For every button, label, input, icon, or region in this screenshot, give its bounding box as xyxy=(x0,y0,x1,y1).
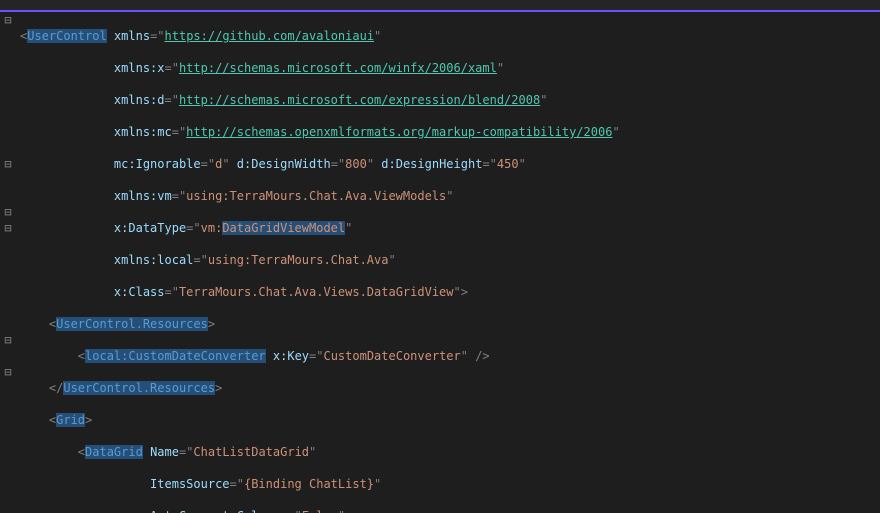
code-line: <Grid> xyxy=(20,412,876,428)
code-line: x:DataType="vm:DataGridViewModel" xyxy=(20,220,876,236)
tab-bar[interactable] xyxy=(0,0,880,12)
code-line: xmlns:vm="using:TerraMours.Chat.Ava.View… xyxy=(20,188,876,204)
fold-gutter: ⊟ ⊟ ⊟ ⊟ ⊟ ⊟ xyxy=(0,12,16,513)
code-line: xmlns:x="http://schemas.microsoft.com/wi… xyxy=(20,60,876,76)
code-line: <DataGrid Name="ChatListDataGrid" xyxy=(20,444,876,460)
code-line: mc:Ignorable="d" d:DesignWidth="800" d:D… xyxy=(20,156,876,172)
code-line: xmlns:mc="http://schemas.openxmlformats.… xyxy=(20,124,876,140)
code-line: xmlns:d="http://schemas.microsoft.com/ex… xyxy=(20,92,876,108)
fold-toggle[interactable]: ⊟ xyxy=(0,156,16,172)
fold-toggle[interactable]: ⊟ xyxy=(0,220,16,236)
fold-toggle[interactable]: ⊟ xyxy=(0,364,16,380)
fold-toggle[interactable]: ⊟ xyxy=(0,204,16,220)
code-line: </UserControl.Resources> xyxy=(20,380,876,396)
code-line: ItemsSource="{Binding ChatList}" xyxy=(20,476,876,492)
code-line: x:Class="TerraMours.Chat.Ava.Views.DataG… xyxy=(20,284,876,300)
code-line: AutoGenerateColumns="False" xyxy=(20,508,876,513)
code-line: <UserControl xmlns="https://github.com/a… xyxy=(20,28,876,44)
code-line: xmlns:local="using:TerraMours.Chat.Ava" xyxy=(20,252,876,268)
code-line: <UserControl.Resources> xyxy=(20,316,876,332)
editor: ⊟ ⊟ ⊟ ⊟ ⊟ ⊟ <UserControl xmlns="https://… xyxy=(0,12,880,513)
code-line: <local:CustomDateConverter x:Key="Custom… xyxy=(20,348,876,364)
fold-toggle[interactable]: ⊟ xyxy=(0,332,16,348)
code-area[interactable]: <UserControl xmlns="https://github.com/a… xyxy=(16,12,880,513)
fold-toggle[interactable]: ⊟ xyxy=(0,12,16,28)
